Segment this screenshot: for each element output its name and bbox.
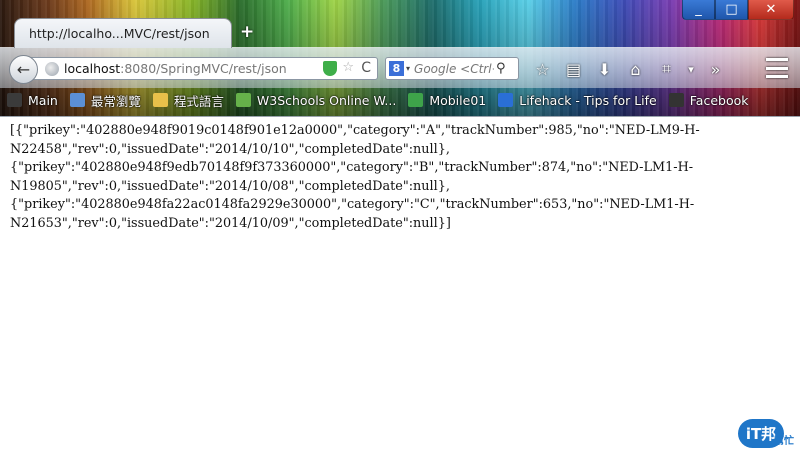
bookmark-item[interactable]: 最常瀏覽 bbox=[69, 91, 141, 110]
bookmark-item[interactable]: W3Schools Online W... bbox=[235, 92, 397, 108]
json-response: [{"prikey":"402880e948f9019c0148f901e12a… bbox=[10, 123, 700, 231]
reload-icon[interactable]: C bbox=[361, 60, 371, 76]
maximize-button[interactable]: □ bbox=[715, 0, 748, 20]
bookmark-star-icon[interactable]: ☆ bbox=[342, 60, 354, 75]
folder-icon bbox=[152, 93, 168, 107]
bookmark-label: Main bbox=[28, 92, 58, 108]
new-tab-button[interactable]: + bbox=[240, 22, 254, 42]
site-identity-icon[interactable] bbox=[45, 61, 59, 76]
search-input[interactable]: Google <Ctrl+K> bbox=[414, 62, 494, 76]
bookmark-item[interactable]: Main bbox=[7, 93, 58, 108]
search-icon[interactable]: ⚲ bbox=[496, 61, 506, 76]
facebook-icon bbox=[668, 93, 684, 107]
overflow-icon[interactable]: » bbox=[700, 58, 731, 80]
bookmark-label: W3Schools Online W... bbox=[256, 92, 397, 108]
ithome-watermark-logo: iT邦 幫忙 bbox=[728, 417, 794, 449]
search-engine-icon[interactable]: 8 bbox=[389, 61, 404, 76]
close-button[interactable]: ✕ bbox=[748, 0, 794, 20]
star-page-icon bbox=[69, 93, 85, 107]
url-host: localhost bbox=[64, 61, 121, 76]
url-path: :8080/SpringMVC/rest/json bbox=[120, 61, 287, 76]
bookmark-item[interactable]: Lifehack - Tips for Life bbox=[498, 93, 657, 108]
bookmark-label: Mobile01 bbox=[429, 92, 487, 108]
w3schools-icon bbox=[235, 93, 251, 107]
tab-title: http://localho...MVC/rest/json bbox=[29, 26, 210, 41]
bookmarks-bar: Main 最常瀏覽 程式語言 W3Schools Online W... Mobile0… bbox=[0, 88, 800, 112]
minimize-button[interactable]: _ bbox=[682, 0, 715, 20]
toolbar-icons: ☆ ▤ ⬇ ⌂ ⌗ ▾ » bbox=[527, 58, 731, 80]
chevron-down-icon[interactable]: ▾ bbox=[406, 64, 410, 73]
watermark-sub: 幫忙 bbox=[774, 436, 794, 447]
mobile01-icon bbox=[408, 93, 424, 107]
crop-icon[interactable]: ⌗ bbox=[651, 58, 682, 80]
bookmark-label: 程式語言 bbox=[173, 93, 224, 109]
download-icon[interactable]: ⬇ bbox=[589, 58, 620, 80]
search-box[interactable]: 8 ▾ Google <Ctrl+K> ⚲ bbox=[385, 57, 519, 80]
page-content: [{"prikey":"402880e948f9019c0148f901e12a… bbox=[0, 116, 800, 455]
bookmark-label: Lifehack - Tips for Life bbox=[519, 92, 657, 108]
hamburger-menu-icon[interactable] bbox=[766, 58, 788, 78]
navigation-toolbar: localhost:8080/SpringMVC/rest/json ☆ C ←… bbox=[0, 47, 800, 88]
bookmark-label: 最常瀏覽 bbox=[90, 93, 141, 109]
dropdown-icon[interactable]: ▾ bbox=[682, 58, 700, 80]
bookmark-label: Facebook bbox=[689, 92, 749, 108]
bookmark-item[interactable]: Mobile01 bbox=[408, 93, 486, 108]
folder-icon bbox=[7, 93, 22, 107]
window-controls: _ □ ✕ bbox=[682, 0, 794, 21]
bookmark-item[interactable]: Facebook bbox=[668, 92, 749, 108]
back-button[interactable]: ← bbox=[9, 55, 38, 84]
home-icon[interactable]: ⌂ bbox=[620, 58, 651, 80]
bookmark-item[interactable]: 程式語言 bbox=[152, 91, 224, 110]
lifehack-icon bbox=[498, 93, 514, 107]
shield-icon[interactable] bbox=[323, 61, 337, 76]
address-bar[interactable]: localhost:8080/SpringMVC/rest/json ☆ C bbox=[30, 57, 378, 80]
tab-active[interactable]: http://localho...MVC/rest/json bbox=[14, 18, 232, 48]
star-icon[interactable]: ☆ bbox=[527, 58, 558, 80]
reading-list-icon[interactable]: ▤ bbox=[558, 58, 589, 80]
